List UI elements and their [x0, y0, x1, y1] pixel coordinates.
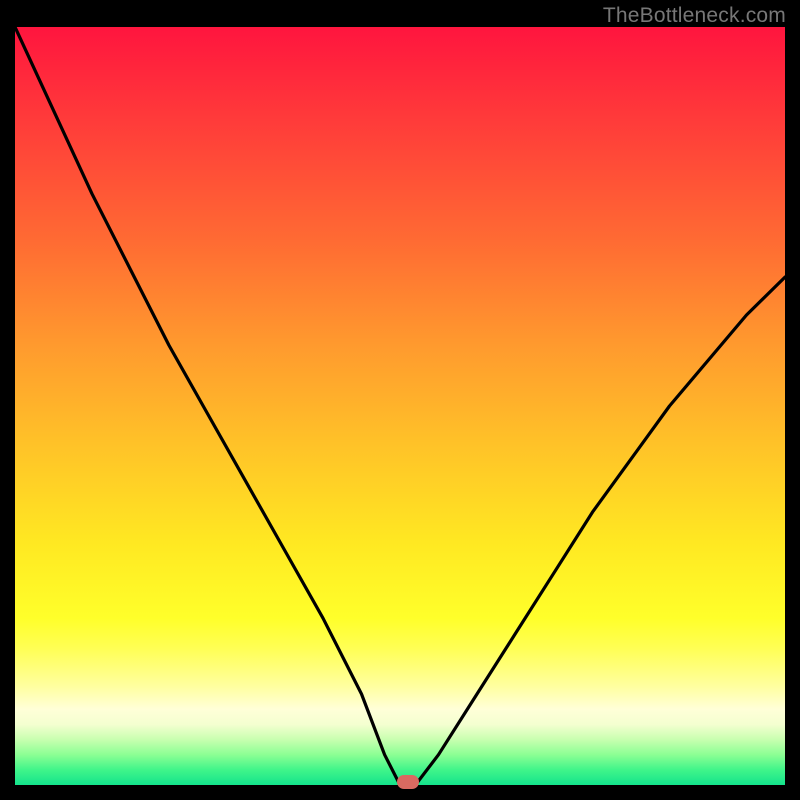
- chart-frame: TheBottleneck.com: [0, 0, 800, 800]
- bottleneck-curve: [15, 27, 785, 785]
- plot-area: [15, 27, 785, 785]
- minimum-marker: [397, 775, 419, 789]
- watermark-text: TheBottleneck.com: [603, 4, 786, 28]
